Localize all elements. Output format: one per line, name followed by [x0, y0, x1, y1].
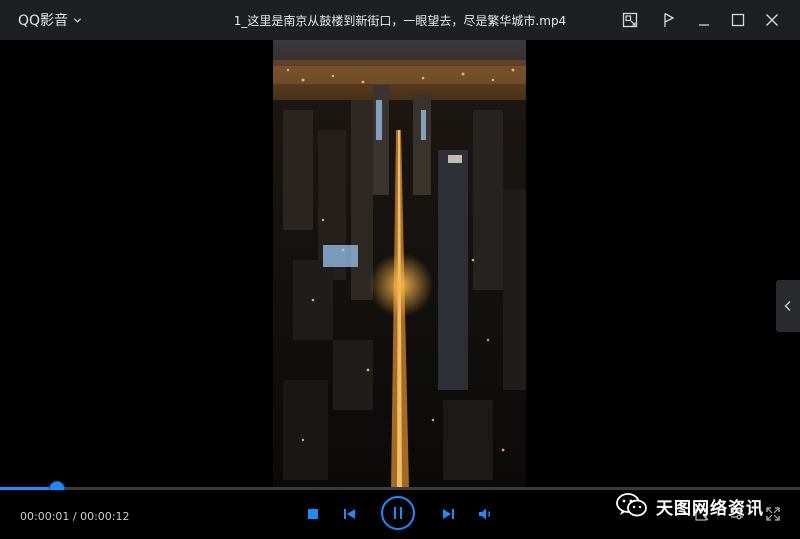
close-icon — [766, 14, 778, 26]
title-bar: QQ影音 1_这里是南京从鼓楼到新街口，一眼望去，尽是繁华城市.mp4 — [0, 0, 800, 40]
video-area[interactable] — [0, 40, 800, 489]
app-menu-button[interactable]: QQ影音 — [18, 10, 82, 30]
city-night-video-frame — [273, 40, 526, 489]
screenshot-icon — [622, 12, 638, 28]
fullscreen-button[interactable] — [764, 505, 782, 523]
close-button[interactable] — [760, 8, 784, 32]
pin-icon — [664, 12, 675, 27]
maximize-button[interactable] — [726, 8, 750, 32]
next-icon — [443, 509, 454, 519]
next-button[interactable] — [440, 507, 456, 521]
watermark: 天图网络资讯 — [616, 490, 764, 522]
screenshot-button[interactable] — [618, 8, 642, 32]
fullscreen-icon — [766, 507, 780, 521]
pause-button[interactable] — [381, 496, 415, 530]
watermark-text: 天图网络资讯 — [656, 498, 764, 519]
volume-button[interactable] — [477, 506, 495, 522]
chevron-left-icon — [784, 301, 791, 311]
minimize-button[interactable] — [692, 8, 716, 32]
time-display: 00:00:01 / 00:00:12 — [20, 510, 130, 523]
app-name: QQ影音 — [18, 13, 69, 29]
minimize-icon — [699, 24, 709, 26]
pause-icon — [394, 507, 402, 519]
chevron-down-icon — [73, 17, 82, 23]
video-frame — [273, 40, 526, 489]
side-panel-toggle[interactable] — [776, 280, 800, 332]
maximize-icon — [731, 13, 745, 27]
volume-icon — [479, 508, 491, 520]
file-title: 1_这里是南京从鼓楼到新街口，一眼望去，尽是繁华城市.mp4 — [233, 14, 567, 28]
previous-icon — [344, 509, 355, 519]
pin-button[interactable] — [656, 8, 680, 32]
stop-button[interactable] — [306, 507, 320, 521]
previous-button[interactable] — [342, 507, 358, 521]
stop-icon — [308, 509, 318, 519]
wechat-icon — [616, 493, 647, 517]
